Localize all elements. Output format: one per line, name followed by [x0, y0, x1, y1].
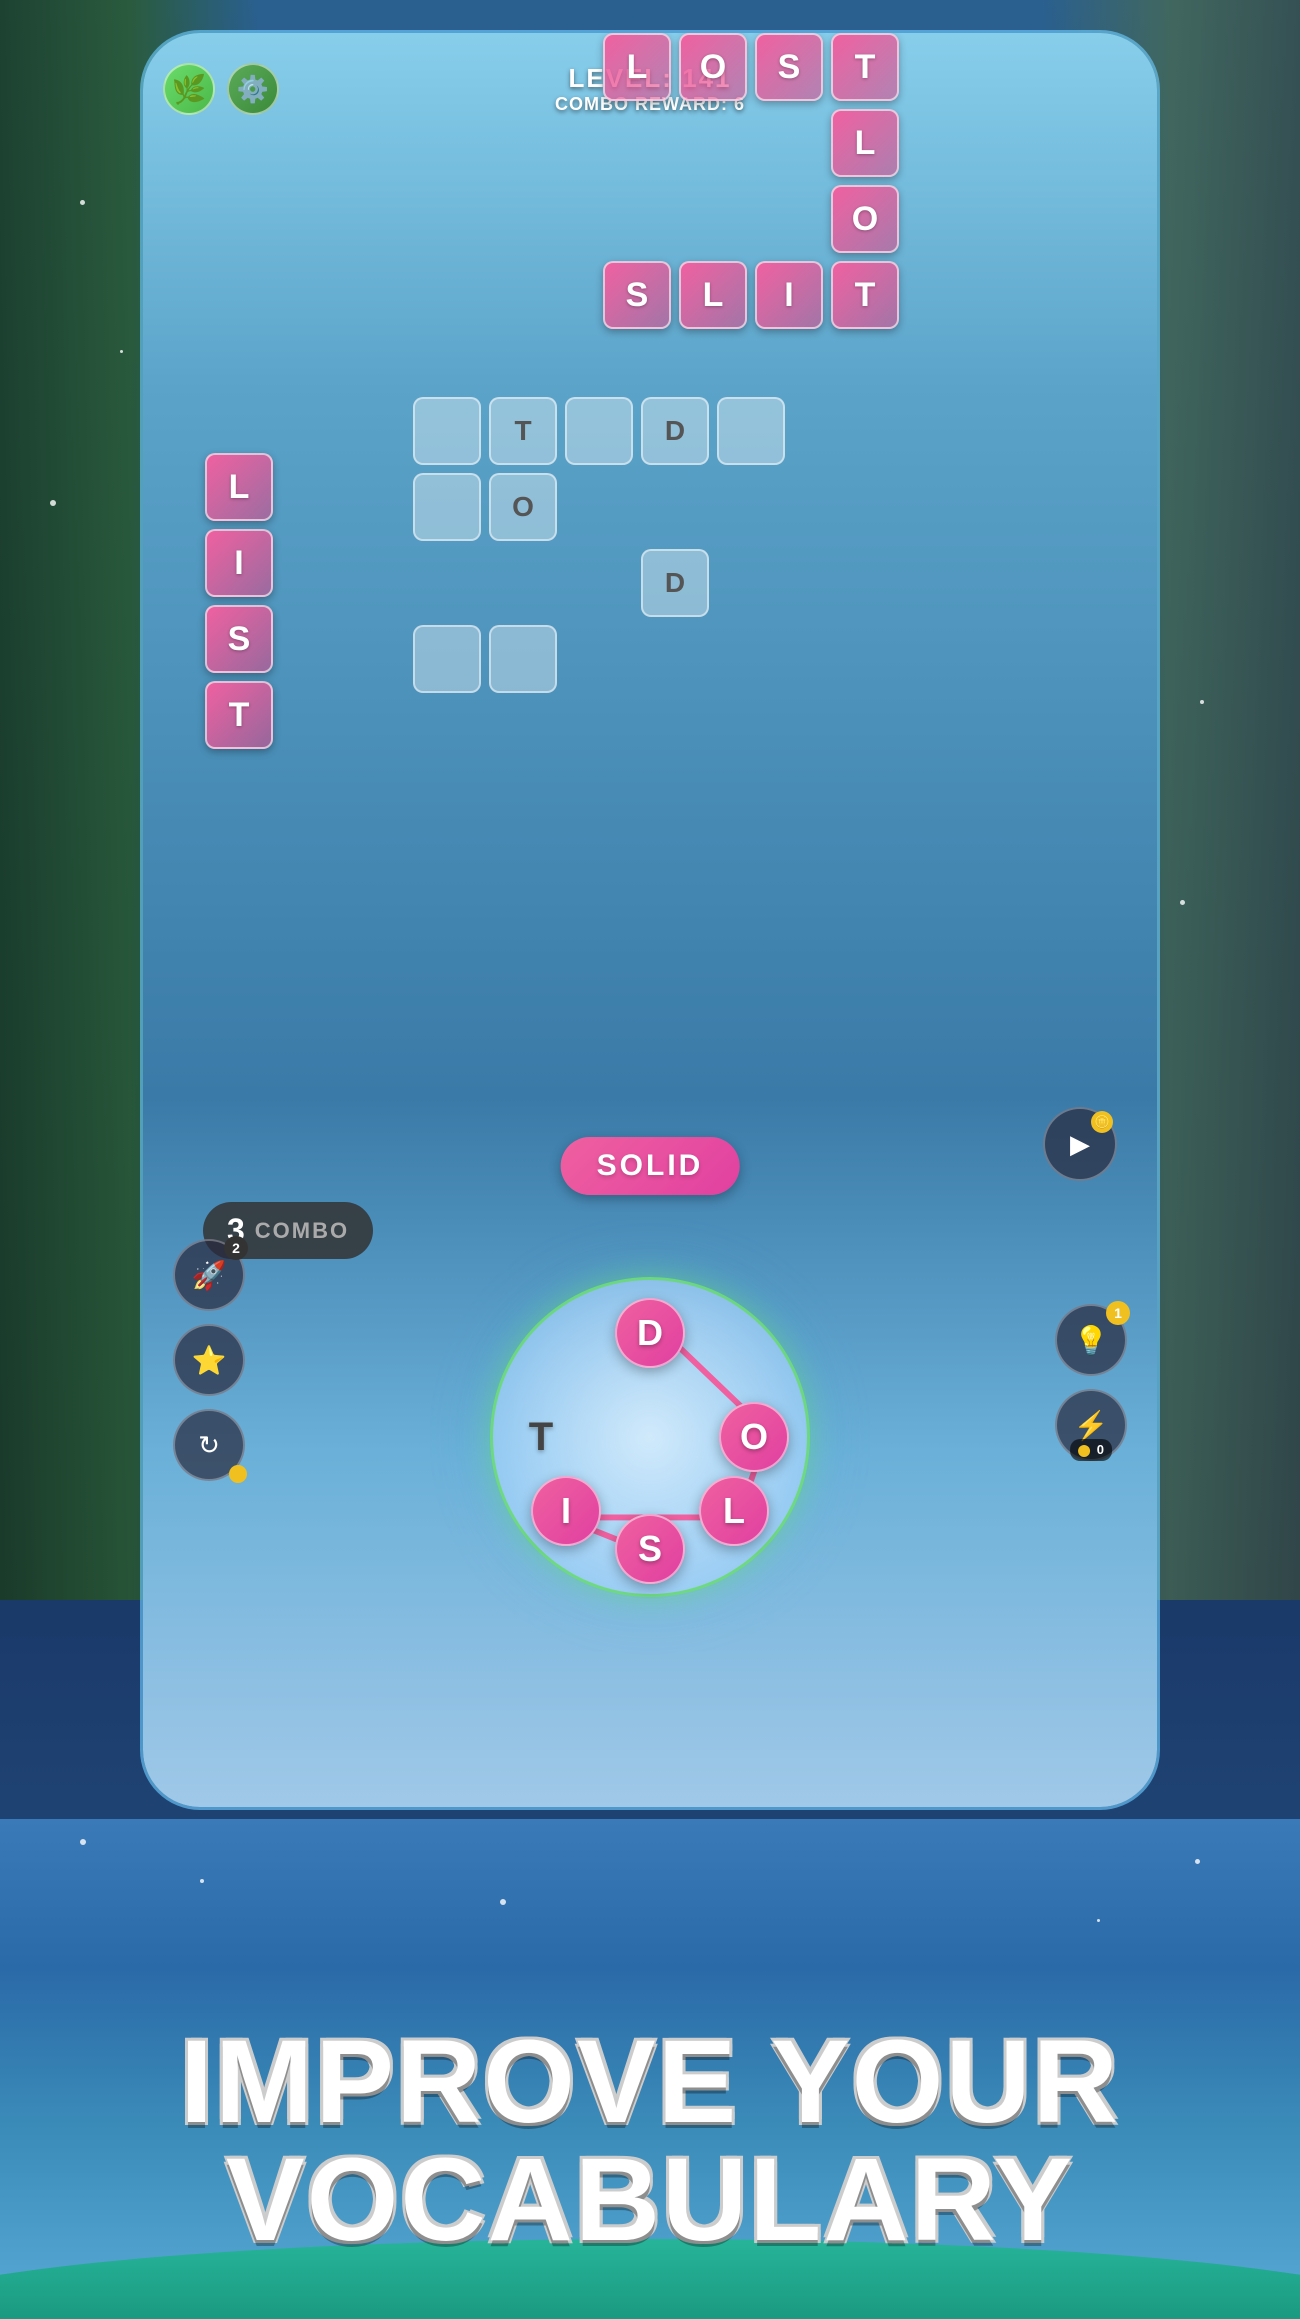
rocket-icon: 🚀: [192, 1259, 227, 1292]
letter-wheel[interactable]: T D O I L S: [490, 1277, 810, 1597]
leaf-button[interactable]: 🌿: [163, 63, 215, 115]
main-title-area: IMPROVE YOUR VOCABULARY: [0, 1983, 1300, 2319]
tile-L2: L: [831, 109, 899, 177]
star-button[interactable]: ⭐: [173, 1324, 245, 1396]
word-display: SOLID: [561, 1137, 740, 1195]
tile-L-slit: L: [679, 261, 747, 329]
tile-T-mid: T: [489, 397, 557, 465]
wheel-letter-D[interactable]: D: [615, 1298, 685, 1368]
title-line1: IMPROVE YOUR: [80, 2023, 1220, 2141]
tile-S-slit: S: [603, 261, 671, 329]
video-reward-button[interactable]: ▶ 🪙: [1043, 1107, 1117, 1181]
header-left: 🌿 ⚙️: [163, 63, 279, 115]
wheel-letter-O[interactable]: O: [719, 1402, 789, 1472]
empty-tile-r4c1: [413, 625, 481, 693]
sparkle: [1097, 1919, 1100, 1922]
sparkle: [1180, 900, 1185, 905]
title-line2: VOCABULARY: [80, 2141, 1220, 2259]
bolt-button[interactable]: ⚡ 0: [1055, 1389, 1127, 1461]
bulb-icon: 💡: [1074, 1324, 1109, 1357]
empty-tile-r1c3: [565, 397, 633, 465]
rocket-button[interactable]: 🚀 2: [173, 1239, 245, 1311]
empty-tile-r1c1: [413, 397, 481, 465]
rocket-badge-count: 2: [224, 1236, 248, 1260]
refresh-button[interactable]: ↻: [173, 1409, 245, 1481]
tile-L-lost: L: [603, 33, 671, 101]
tile-I-slit: I: [755, 261, 823, 329]
empty-tile-r2c1: [413, 473, 481, 541]
empty-tile-r1c5: [717, 397, 785, 465]
wheel-letter-I[interactable]: I: [531, 1476, 601, 1546]
wheel-letter-S[interactable]: S: [615, 1514, 685, 1584]
tile-O-lost: O: [679, 33, 747, 101]
phone-frame: 🌿 ⚙️ LEVEL: 141 COMBO REWARD: 6 L O S T …: [140, 30, 1160, 1810]
sparkle: [80, 200, 85, 205]
star-icon: ⭐: [192, 1344, 227, 1377]
combo-text: COMBO: [255, 1218, 349, 1244]
tile-D-mid: D: [641, 397, 709, 465]
word-display-text: SOLID: [597, 1149, 704, 1182]
tile-S-lost: S: [755, 33, 823, 101]
bulb-button[interactable]: 💡 1: [1055, 1304, 1127, 1376]
bottom-section: IMPROVE YOUR VOCABULARY: [0, 1819, 1300, 2319]
tile-L-list: L: [205, 453, 273, 521]
tile-T-list: T: [205, 681, 273, 749]
sparkle: [50, 500, 56, 506]
gear-icon: ⚙️: [237, 74, 269, 105]
wheel-letter-T[interactable]: T: [511, 1407, 571, 1467]
bolt-count: 0: [1097, 1442, 1104, 1457]
tile-O-mid: O: [489, 473, 557, 541]
tile-D2-mid: D: [641, 549, 709, 617]
video-icon: ▶: [1070, 1129, 1090, 1160]
sparkle: [80, 1839, 86, 1845]
refresh-icon: ↻: [198, 1430, 220, 1461]
tile-T-lost: T: [831, 33, 899, 101]
leaf-icon: 🌿: [172, 73, 207, 106]
tile-T-slit: T: [831, 261, 899, 329]
sparkle: [1195, 1859, 1200, 1864]
wheel-letter-L[interactable]: L: [699, 1476, 769, 1546]
sparkle: [120, 350, 123, 353]
sparkle: [500, 1899, 506, 1905]
tile-I-list: I: [205, 529, 273, 597]
gear-button[interactable]: ⚙️: [227, 63, 279, 115]
sparkle: [1200, 700, 1204, 704]
tile-O2: O: [831, 185, 899, 253]
bulb-badge-count: 1: [1106, 1301, 1130, 1325]
tile-S-list: S: [205, 605, 273, 673]
bolt-icon: ⚡: [1074, 1409, 1109, 1442]
sparkle: [200, 1879, 204, 1883]
empty-tile-r4c2: [489, 625, 557, 693]
